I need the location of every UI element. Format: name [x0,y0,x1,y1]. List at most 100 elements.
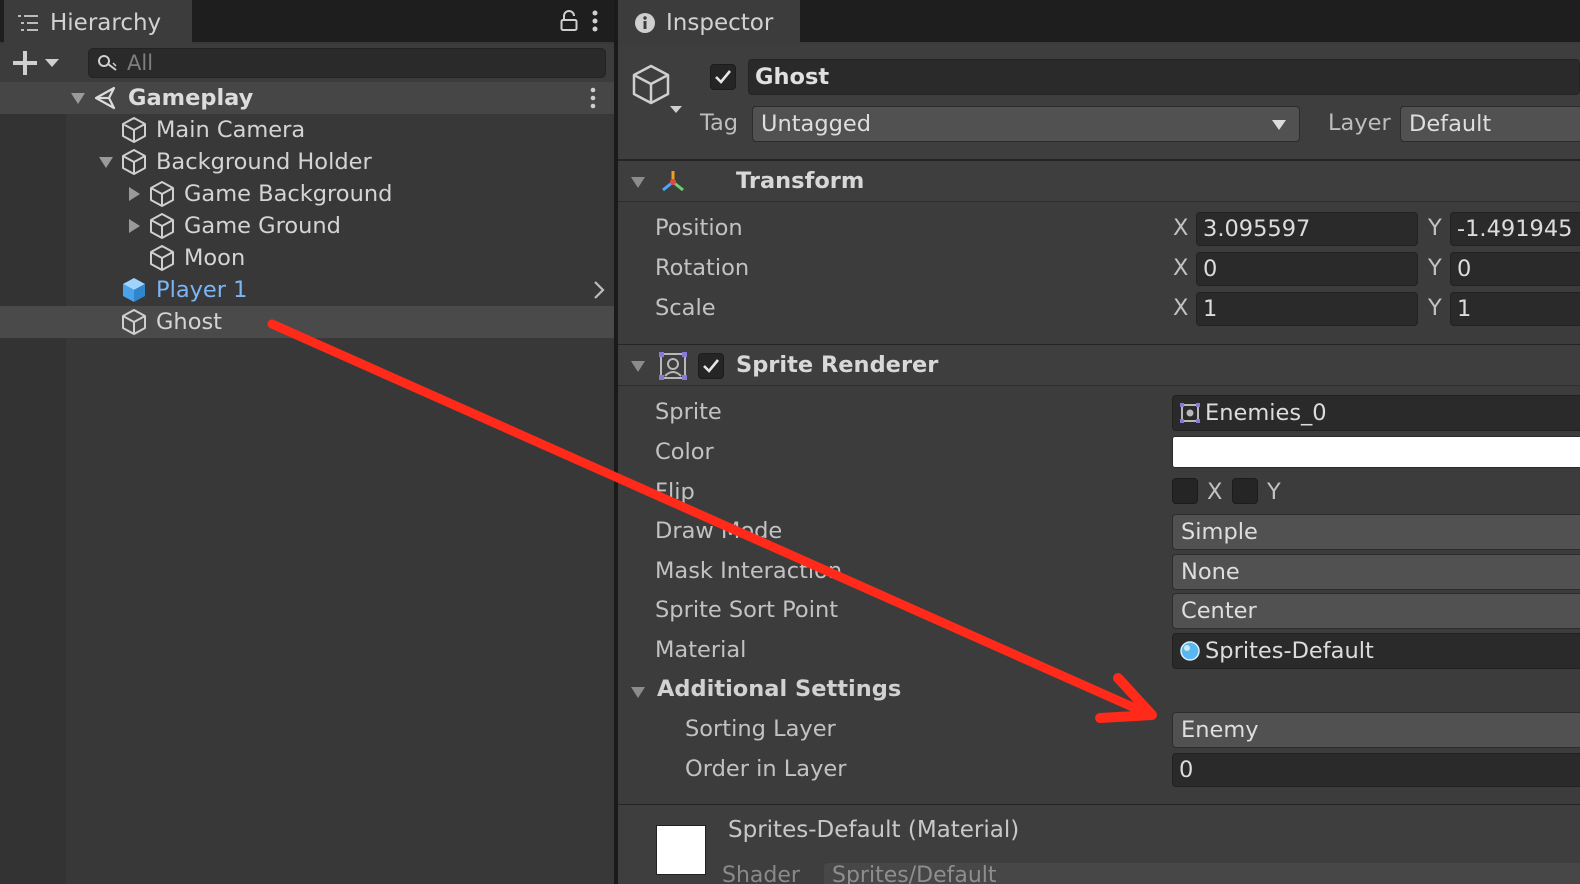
fold-open-icon[interactable] [630,175,646,189]
draw-mode-dropdown[interactable]: Simple [1172,514,1580,550]
mask-interaction-dropdown[interactable]: None [1172,554,1580,590]
layer-label: Layer [1328,110,1391,136]
flip-y-checkbox[interactable] [1232,478,1258,504]
y-label[interactable]: Y [1428,295,1442,321]
draw-mode-row: Draw Mode Simple [618,513,1580,551]
fold-open-icon[interactable] [630,359,646,373]
item-label: Ghost [156,309,223,335]
tag-label: Tag [700,110,739,136]
layer-dropdown[interactable]: Default [1400,106,1580,142]
gameobject-cube-icon[interactable] [630,62,684,116]
hierarchy-tab-tools [560,10,598,32]
fold-open-icon[interactable] [70,90,86,106]
material-row: Material Sprites-Default [618,632,1580,670]
rotation-x-field[interactable]: 0 [1196,252,1418,286]
hierarchy-item-moon[interactable]: Moon [0,242,614,274]
tab-inspector[interactable]: Inspector [618,0,800,44]
fold-closed-icon[interactable] [126,218,142,234]
active-checkbox[interactable] [710,64,736,90]
create-button[interactable] [12,48,68,78]
y-label[interactable]: Y [1428,215,1442,241]
sprite-renderer-icon [659,352,687,380]
tag-dropdown[interactable]: Untagged [752,106,1300,142]
gameobject-cube-icon [150,213,174,239]
sorting-layer-dropdown[interactable]: Enemy [1172,712,1580,748]
mask-interaction-label: Mask Interaction [655,558,843,584]
color-label: Color [655,439,714,465]
x-label[interactable]: X [1173,215,1188,241]
scene-row-gameplay[interactable]: Gameplay [0,82,614,114]
position-row: Position X 3.095597 Y -1.491945 [618,210,1580,248]
material-swatch[interactable] [656,825,706,875]
object-name-field[interactable] [748,59,1580,95]
scale-x-field[interactable]: 1 [1196,292,1418,326]
material-title: Sprites-Default (Material) [728,817,1020,843]
tab-label: Hierarchy [50,10,162,36]
sprite-renderer-enabled-checkbox[interactable] [698,353,724,379]
fold-closed-icon[interactable] [126,186,142,202]
prefab-cube-icon [123,278,145,302]
component-title: Transform [736,168,865,194]
rotation-label: Rotation [655,255,750,281]
plus-icon [13,51,37,75]
gameobject-cube-icon [150,245,174,271]
unity-scene-icon [94,86,116,110]
sprite-field[interactable]: Enemies_0 [1172,395,1580,431]
sprite-label: Sprite [655,399,722,425]
y-label[interactable]: Y [1428,255,1442,281]
info-icon [635,13,655,33]
scale-y-field[interactable]: 1 [1450,292,1580,326]
list-icon [18,15,38,31]
component-title: Sprite Renderer [736,352,939,378]
fold-open-icon[interactable] [98,154,114,170]
order-in-layer-field[interactable]: 0 [1172,753,1580,787]
hierarchy-item-background-holder[interactable]: Background Holder [0,146,614,178]
tab-hierarchy[interactable]: Hierarchy [4,0,192,44]
flip-x-checkbox[interactable] [1172,478,1198,504]
sprite-row: Sprite Enemies_0 [618,394,1580,432]
lock-icon[interactable] [560,10,578,32]
transform-header[interactable]: Transform [618,160,1580,202]
checkmark-icon [703,359,720,373]
material-field[interactable]: Sprites-Default [1172,633,1580,669]
rotation-y-field[interactable]: 0 [1450,252,1580,286]
shader-dropdown[interactable]: Sprites/Default [824,863,1580,884]
sorting-layer-label: Sorting Layer [685,716,836,742]
additional-settings-foldout[interactable]: Additional Settings [618,672,1580,710]
position-y-field[interactable]: -1.491945 [1450,212,1580,246]
sprite-renderer-header[interactable]: Sprite Renderer [618,344,1580,386]
color-swatch[interactable] [1172,436,1580,468]
hierarchy-search[interactable] [88,48,606,78]
x-label[interactable]: X [1173,255,1188,281]
gameobject-cube-icon [150,181,174,207]
sorting-layer-row: Sorting Layer Enemy [618,711,1580,749]
sprite-value: Enemies_0 [1205,400,1327,426]
item-label: Game Background [184,181,393,207]
scale-label: Scale [655,295,716,321]
hierarchy-toolbar [0,44,614,82]
hierarchy-item-ghost[interactable]: Ghost [0,306,614,338]
hierarchy-item-player-1[interactable]: Player 1 [0,274,614,306]
search-input[interactable] [127,51,587,75]
order-in-layer-label: Order in Layer [685,756,847,782]
flip-row: Flip X Y [618,474,1580,512]
fold-open-icon[interactable] [630,685,646,699]
more-options-icon[interactable] [592,10,598,32]
inspector-panel: Inspector Tag Untagged Layer Default Tra… [618,0,1580,884]
sprite-sort-point-dropdown[interactable]: Center [1172,593,1580,629]
search-icon [98,55,117,71]
flip-y-label: Y [1267,479,1281,505]
flip-x-label: X [1207,479,1223,505]
position-x-field[interactable]: 3.095597 [1196,212,1418,246]
hierarchy-item-main-camera[interactable]: Main Camera [0,114,614,146]
hierarchy-item-game-background[interactable]: Game Background [0,178,614,210]
layer-value: Default [1409,111,1492,137]
chevron-right-icon[interactable] [592,280,606,300]
item-label: Player 1 [156,277,248,303]
scene-menu-icon[interactable] [590,87,596,109]
hierarchy-item-game-ground[interactable]: Game Ground [0,210,614,242]
shader-label: Shader [722,863,800,884]
caret-down-icon [45,59,59,67]
sprite-sort-point-label: Sprite Sort Point [655,597,839,623]
x-label[interactable]: X [1173,295,1188,321]
